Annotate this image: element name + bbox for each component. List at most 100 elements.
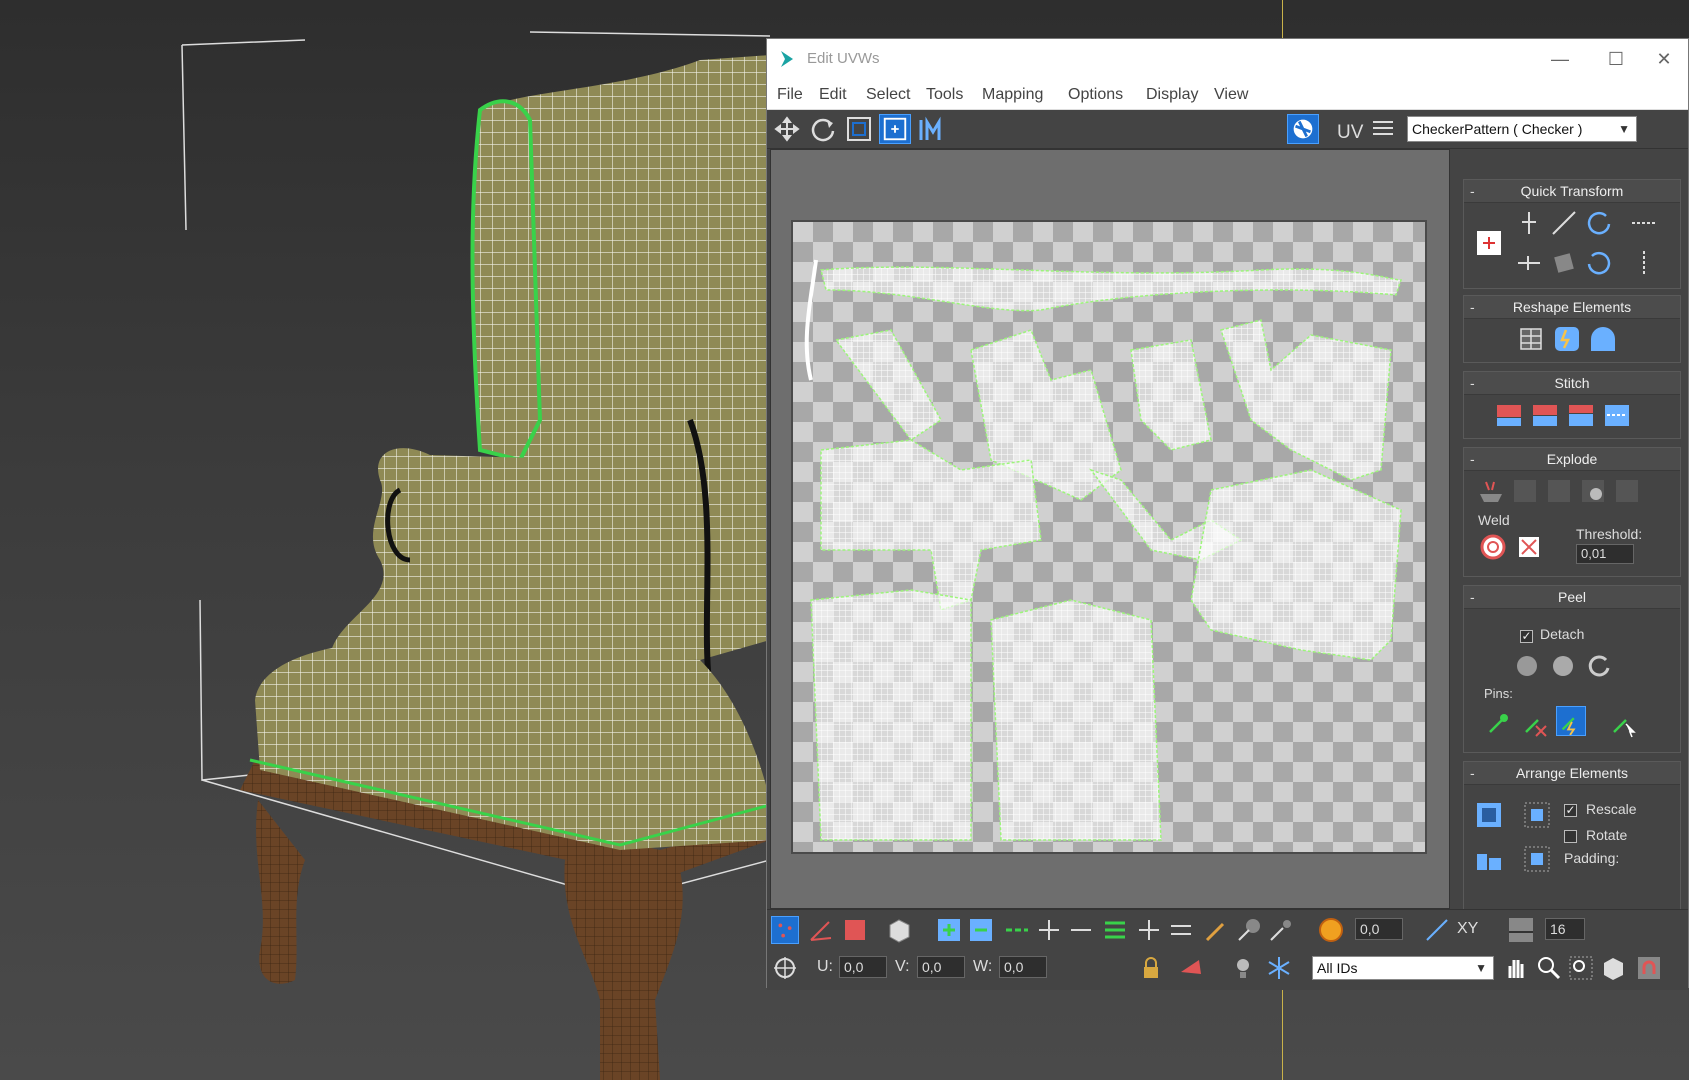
break-icon[interactable] (1476, 476, 1506, 506)
freeform-icon[interactable] (879, 114, 911, 144)
menu-file[interactable]: File (777, 86, 803, 104)
stitch-header[interactable]: - Stitch (1464, 372, 1680, 395)
menu-display[interactable]: Display (1146, 86, 1198, 104)
stretch-icon[interactable] (1588, 324, 1618, 354)
ring-icon[interactable] (1101, 916, 1129, 944)
pack-normalize-icon[interactable] (1474, 800, 1504, 830)
arrange-elements-header[interactable]: - Arrange Elements (1464, 762, 1680, 785)
edit-uvws-window[interactable]: Edit UVWs — ☐ ✕ File Edit Select Tools M… (766, 38, 1689, 990)
w-spinner[interactable]: 0,0 (999, 956, 1047, 978)
paint-select-icon[interactable] (1203, 916, 1231, 944)
pivot-icon[interactable] (1474, 228, 1504, 258)
pelt-map-icon[interactable] (1548, 650, 1578, 680)
rotate-icon[interactable] (807, 114, 839, 144)
loop-grow-icon[interactable] (1035, 916, 1063, 944)
stitch-custom-icon[interactable] (1602, 400, 1632, 430)
maximize-button[interactable]: ☐ (1593, 45, 1639, 73)
element-mode-icon[interactable] (885, 916, 913, 944)
falloff-line-icon[interactable] (1423, 916, 1451, 944)
auto-pin-icon[interactable] (1556, 706, 1586, 736)
pack-custom-icon[interactable] (1474, 844, 1504, 874)
soft-selection-icon[interactable] (1317, 916, 1345, 944)
menu-tools[interactable]: Tools (926, 86, 963, 104)
shrink-selection-icon[interactable] (967, 916, 995, 944)
mirror-icon[interactable] (917, 114, 949, 144)
quick-peel-icon[interactable] (1512, 650, 1542, 680)
align-to-edge-icon[interactable] (1549, 248, 1579, 278)
peel-header[interactable]: - Peel (1464, 586, 1680, 609)
rescale-checkbox[interactable]: ✓ (1564, 804, 1577, 817)
edit-pins-icon[interactable] (1484, 708, 1514, 738)
menu-options[interactable]: Options (1068, 86, 1123, 104)
reshape-elements-header[interactable]: - Reshape Elements (1464, 296, 1680, 319)
flatten-by-smoothing-icon[interactable] (1544, 476, 1574, 506)
ids-filter-select[interactable]: All IDs ▼ (1312, 956, 1494, 980)
lock-icon[interactable] (1137, 954, 1165, 982)
align-vertical-icon[interactable] (1514, 208, 1544, 238)
align-horizontal-icon[interactable] (1514, 248, 1544, 278)
close-button[interactable]: ✕ (1641, 45, 1687, 73)
paint-shrink-icon[interactable] (1267, 916, 1295, 944)
linear-align-icon[interactable] (1549, 208, 1579, 238)
flatten-custom-icon[interactable] (1612, 476, 1642, 506)
menu-edit[interactable]: Edit (819, 86, 847, 104)
menu-select[interactable]: Select (866, 86, 910, 104)
rotate-minus-icon[interactable] (1584, 248, 1614, 278)
explode-header[interactable]: - Explode (1464, 448, 1680, 471)
space-vertical-icon[interactable] (1629, 248, 1659, 278)
ring-grow-icon[interactable] (1135, 916, 1163, 944)
minimize-button[interactable]: — (1537, 45, 1583, 73)
xy-label[interactable]: XY (1457, 920, 1478, 938)
quick-transform-header[interactable]: - Quick Transform (1464, 180, 1680, 203)
loop-icon[interactable] (1003, 916, 1031, 944)
show-map-icon[interactable] (1287, 114, 1319, 144)
list-icon[interactable] (1367, 114, 1399, 144)
vertex-mode-icon[interactable] (771, 916, 799, 944)
menu-mapping[interactable]: Mapping (982, 86, 1043, 104)
freeze-icon[interactable] (1265, 954, 1293, 982)
space-horizontal-icon[interactable] (1629, 208, 1659, 238)
uv-space-label[interactable]: UV (1337, 122, 1363, 144)
target-weld-icon[interactable] (1478, 532, 1508, 562)
snap-icon[interactable] (1635, 954, 1663, 982)
light-bulb-icon[interactable] (1229, 954, 1257, 982)
stitch-to-target-icon[interactable] (1494, 400, 1524, 430)
menu-view[interactable]: View (1214, 86, 1248, 104)
flatten-by-material-icon[interactable] (1578, 476, 1608, 506)
paint-enlarge-icon[interactable] (1235, 916, 1263, 944)
weld-selected-icon[interactable] (1514, 532, 1544, 562)
pan-icon[interactable] (1502, 954, 1530, 982)
detach-checkbox[interactable]: ✓ (1520, 630, 1533, 643)
grow-selection-icon[interactable] (935, 916, 963, 944)
v-spinner[interactable]: 0,0 (917, 956, 965, 978)
move-icon[interactable] (771, 114, 803, 144)
pack-together-icon[interactable] (1522, 800, 1552, 830)
polygon-mode-icon[interactable] (841, 916, 869, 944)
uv-islands[interactable] (791, 220, 1427, 854)
uv-editor-area[interactable] (770, 149, 1450, 909)
reset-peel-icon[interactable] (1584, 650, 1614, 680)
select-pins-icon[interactable] (1608, 708, 1638, 738)
rotate-plus-icon[interactable] (1584, 208, 1614, 238)
loop-shrink-icon[interactable] (1067, 916, 1095, 944)
delete-pins-icon[interactable] (1520, 708, 1550, 738)
threshold-spinner[interactable]: 0,01 (1576, 544, 1634, 564)
rotate-checkbox[interactable] (1564, 830, 1577, 843)
ring-shrink-icon[interactable] (1167, 916, 1195, 944)
grid-snap-icon[interactable] (1507, 916, 1535, 944)
absolute-mode-icon[interactable] (771, 954, 799, 982)
relax-icon[interactable] (1552, 324, 1582, 354)
u-spinner[interactable]: 0,0 (839, 956, 887, 978)
scale-icon[interactable] (843, 114, 875, 144)
stitch-average-icon[interactable] (1530, 400, 1560, 430)
texture-select[interactable]: CheckerPattern ( Checker ) ▼ (1407, 116, 1637, 142)
flatten-by-polygon-angle-icon[interactable] (1510, 476, 1540, 506)
zoom-extents-icon[interactable] (1599, 954, 1627, 982)
zoom-region-icon[interactable] (1567, 954, 1595, 982)
stitch-to-source-icon[interactable] (1566, 400, 1596, 430)
soft-selection-spinner[interactable]: 0,0 (1355, 918, 1403, 940)
edge-mode-icon[interactable] (807, 916, 835, 944)
pack-uniform-icon[interactable] (1522, 844, 1552, 874)
hide-icon[interactable] (1177, 954, 1205, 982)
zoom-icon[interactable] (1535, 954, 1563, 982)
